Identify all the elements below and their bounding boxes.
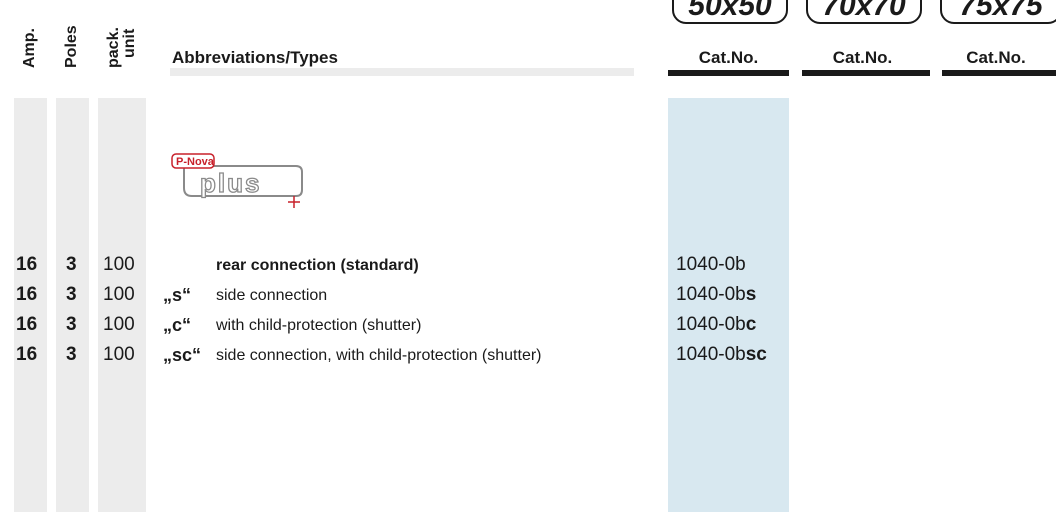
amp-header: Amp. (21, 28, 38, 68)
poles-value: 3 (66, 254, 77, 275)
amp-value: 16 (16, 284, 38, 305)
catalog-number-base: 1040-0b (676, 344, 746, 365)
size-box-50x50: 50x50 (672, 0, 788, 24)
catalog-number-suffix: c (745, 314, 757, 335)
catno-header-50x50: Cat.No. (698, 48, 759, 67)
abbreviation-code: „s“ (163, 285, 192, 305)
catalog-number: 1040-0bsc (676, 344, 767, 366)
abbreviation-code: „c“ (163, 315, 192, 335)
abbreviations-header-underline (170, 68, 634, 76)
type-description: with child-protection (shutter) (216, 317, 422, 334)
poles-header: Poles (63, 25, 80, 68)
unit-header: unit (121, 28, 138, 58)
size-box-70x70: 70x70 (806, 0, 922, 24)
poles-value: 3 (66, 284, 77, 305)
amp-value: 16 (16, 314, 38, 335)
p-nova-plus-logo: P-Nova plus (170, 152, 310, 208)
poles-value: 3 (66, 344, 77, 365)
catalog-number-suffix: s (745, 284, 757, 305)
pack-unit-value: 100 (103, 284, 135, 305)
catno-header-70x70: Cat.No. (832, 48, 893, 67)
catno-bar-50x50 (668, 70, 789, 76)
catno-bar-75x75 (942, 70, 1056, 76)
pack-header: pack. (105, 27, 122, 68)
amp-value: 16 (16, 254, 38, 275)
catalog-number-base: 1040-0b (676, 314, 746, 335)
pack-unit-value: 100 (103, 314, 135, 335)
abbreviation-code: „sc“ (163, 345, 202, 365)
catno-header-75x75: Cat.No. (966, 48, 1026, 67)
pack-unit-value: 100 (103, 344, 135, 365)
amp-value: 16 (16, 344, 38, 365)
logo-word-text: plus (200, 168, 261, 198)
type-description: rear connection (standard) (216, 257, 419, 274)
type-description: side connection (216, 287, 328, 304)
size-box-75x75: 75x75 (940, 0, 1056, 24)
catno-bar-70x70 (802, 70, 930, 76)
catalog-number-base: 1040-0b (676, 254, 746, 275)
pack-unit-value: 100 (103, 254, 135, 275)
logo-brand-text: P-Nova (176, 156, 215, 168)
catalog-number-base: 1040-0b (676, 284, 746, 305)
catalog-number-suffix: sc (745, 344, 767, 365)
poles-value: 3 (66, 314, 77, 335)
abbreviations-header: Abbreviations/Types (172, 48, 338, 67)
type-description: side connection, with child-protection (… (216, 347, 542, 364)
catalog-number: 1040-0bs (676, 284, 756, 306)
catalog-number: 1040-0bc (676, 314, 756, 336)
catalog-number: 1040-0b (676, 254, 746, 276)
